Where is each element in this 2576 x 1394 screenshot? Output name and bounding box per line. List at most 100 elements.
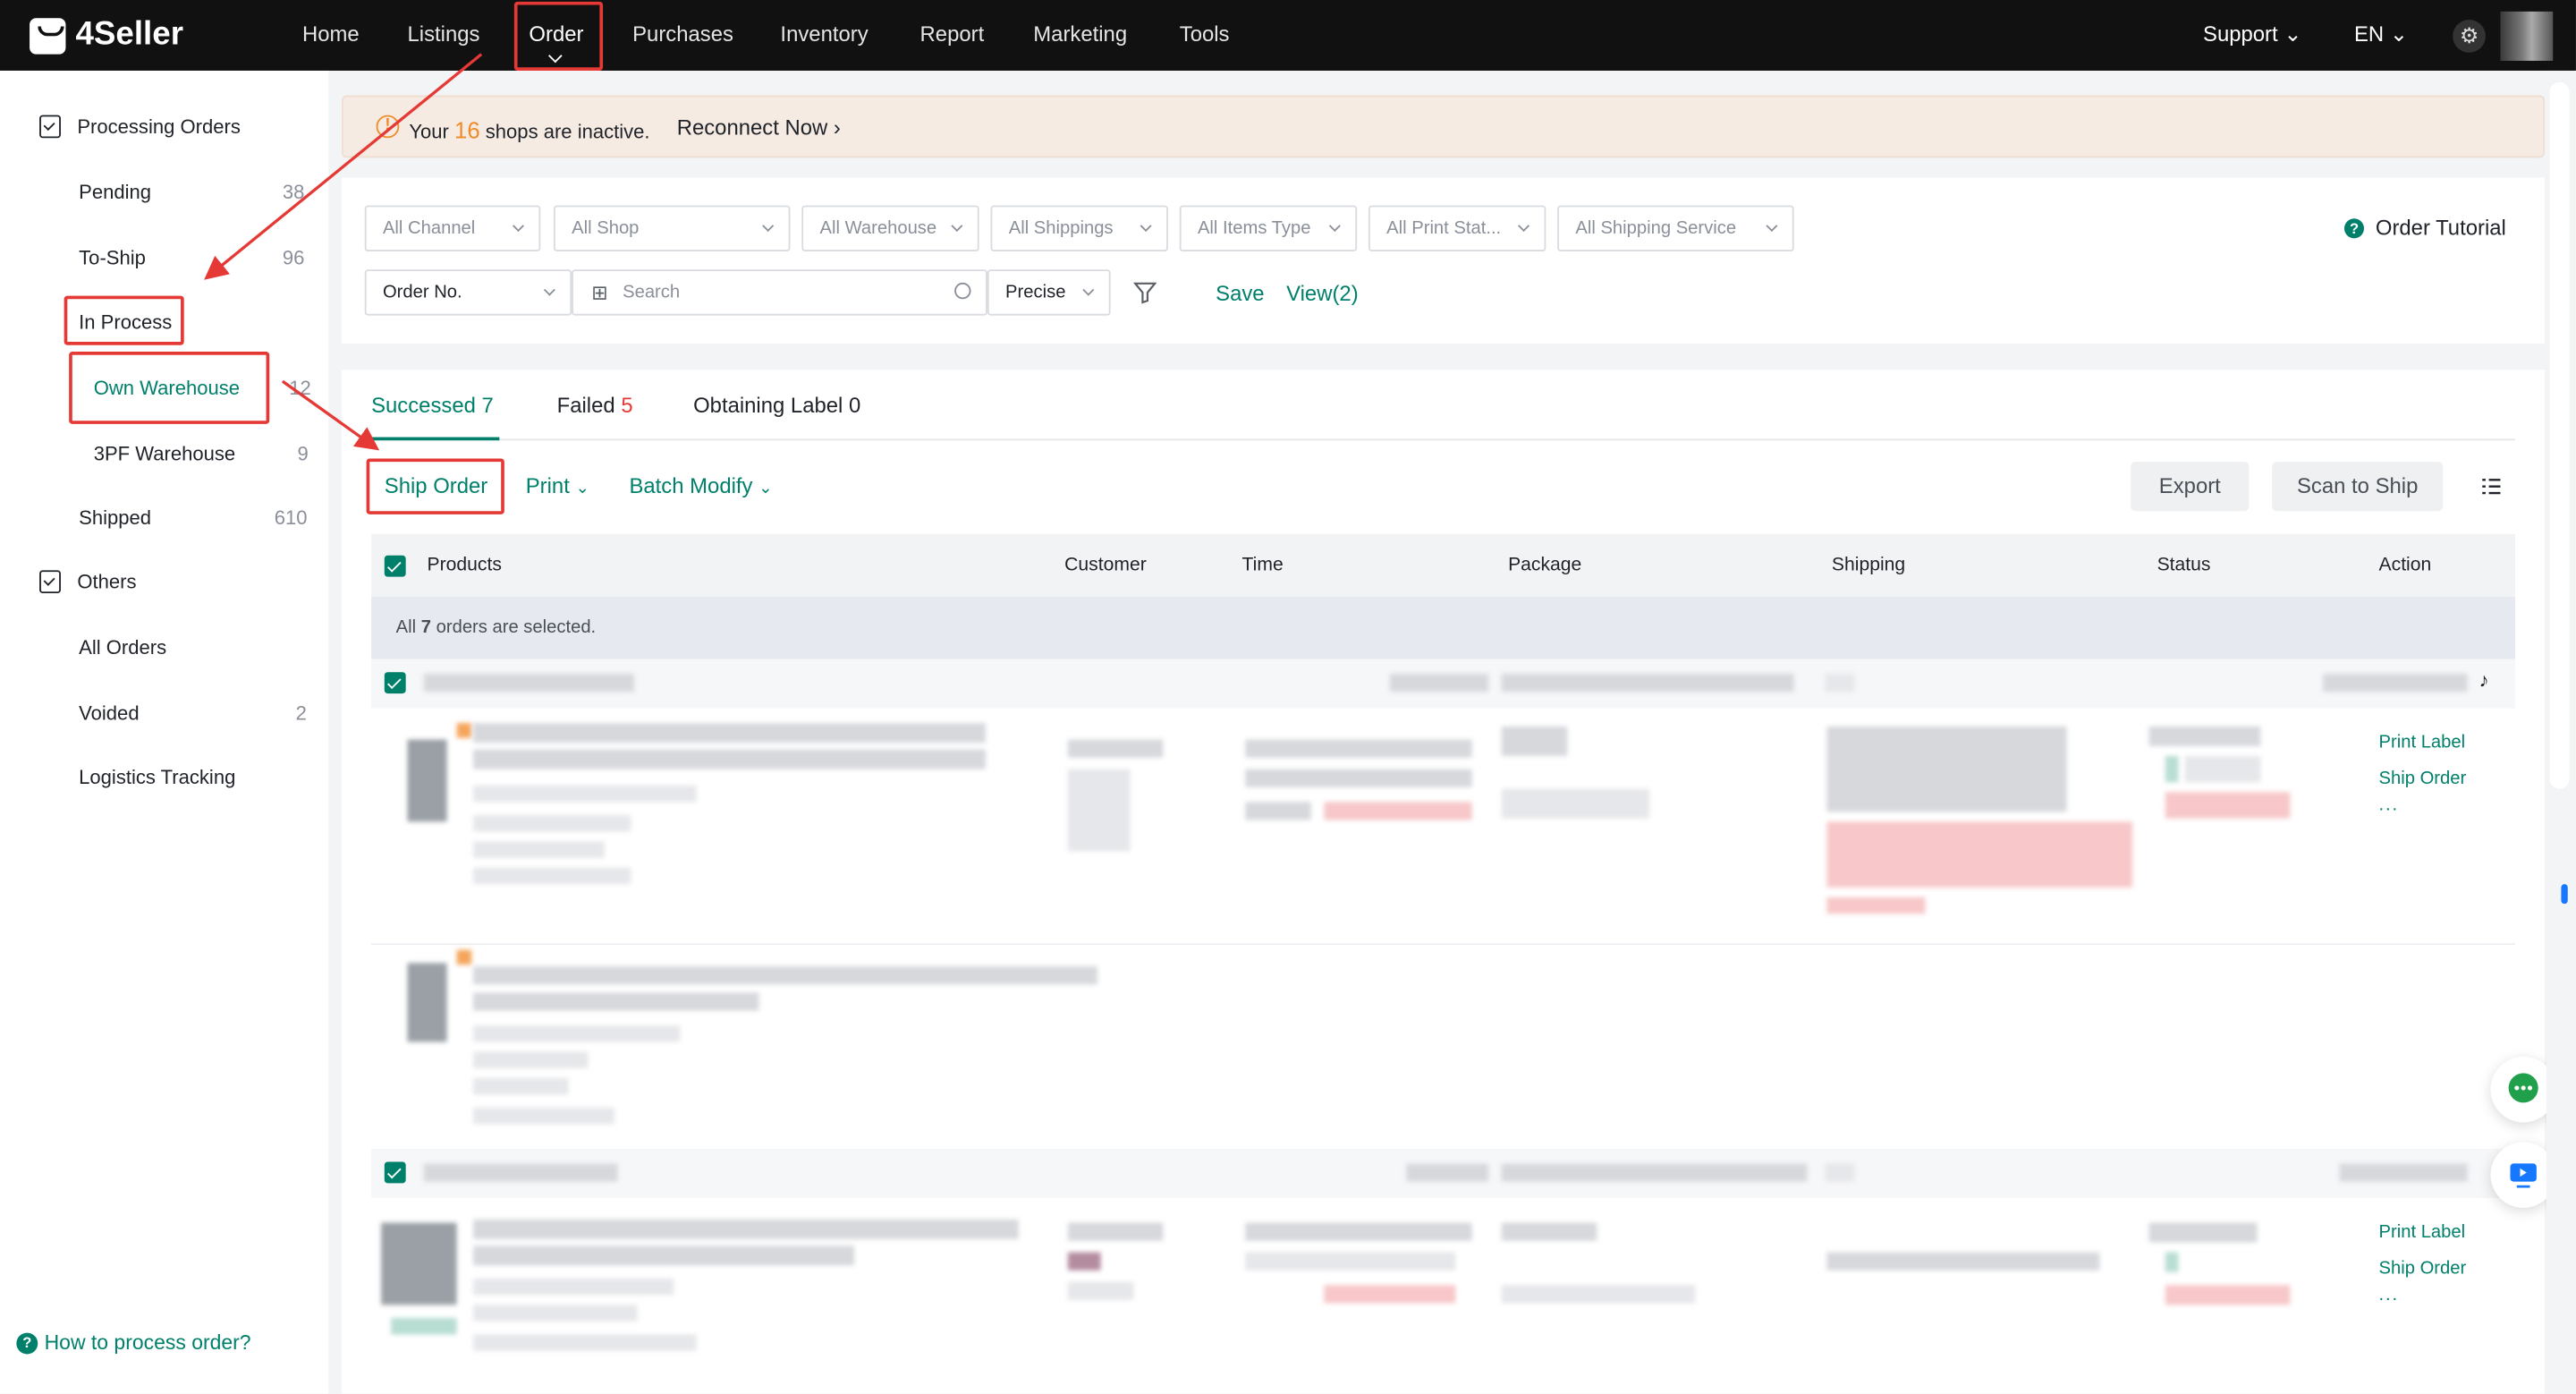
selection-summary: All 7 orders are selected. xyxy=(371,596,2515,659)
sidebar-item-shipped[interactable]: Shipped xyxy=(79,506,151,530)
chevron-down-icon: ⌄ xyxy=(575,480,589,498)
order-meta-redacted xyxy=(1825,674,1855,693)
sidebar-item-3pf-warehouse[interactable]: 3PF Warehouse xyxy=(94,442,235,465)
chevron-down-icon xyxy=(1766,220,1778,233)
sidebar-item-pending[interactable]: Pending xyxy=(79,181,151,204)
views-button[interactable]: View(2) xyxy=(1286,281,1359,306)
tab-failed-count: 5 xyxy=(621,392,633,418)
search-icon[interactable] xyxy=(954,282,971,300)
help-link[interactable]: ? How to process order? xyxy=(16,1331,251,1354)
product-tag xyxy=(456,949,472,965)
scan-grid-icon: ⊞ xyxy=(591,281,608,304)
channel-select-value: All Channel xyxy=(382,218,476,239)
product-info-redacted xyxy=(472,1077,569,1095)
more-actions-button[interactable]: ... xyxy=(2379,1285,2399,1305)
column-settings-icon[interactable] xyxy=(2480,477,2502,497)
ship-order-link[interactable]: Ship Order xyxy=(2379,1259,2467,1279)
filter-icon[interactable] xyxy=(1133,281,1157,304)
shop-select[interactable]: All Shop xyxy=(553,205,791,252)
tab-successed[interactable]: Successed 7 xyxy=(371,393,494,418)
tab-obtaining-label[interactable]: Obtaining Label 0 xyxy=(693,393,860,418)
shippings-select[interactable]: All Shippings xyxy=(990,205,1168,252)
product-title-redacted xyxy=(472,965,1097,985)
product-tag xyxy=(391,1318,457,1335)
precise-select[interactable]: Precise xyxy=(987,269,1111,316)
package-redacted xyxy=(1501,788,1650,819)
support-menu[interactable]: Support ⌄ xyxy=(2203,21,2301,47)
sidebar-section-others[interactable]: Others xyxy=(39,570,136,594)
column-products: Products xyxy=(427,555,502,575)
sidebar-count-3pf-warehouse: 9 xyxy=(297,442,309,465)
sidebar-item-logistics-tracking[interactable]: Logistics Tracking xyxy=(79,766,235,789)
chevron-down-icon xyxy=(512,220,524,233)
logo-text: 4Seller xyxy=(75,16,183,53)
batch-modify-menu[interactable]: Batch Modify ⌄ xyxy=(629,473,772,498)
product-thumbnail xyxy=(407,739,447,822)
shippings-select-value: All Shippings xyxy=(1008,218,1114,239)
nav-purchases[interactable]: Purchases xyxy=(632,21,733,47)
selection-prefix: All xyxy=(395,617,417,638)
order-checkbox[interactable] xyxy=(384,672,406,694)
nav-marketing[interactable]: Marketing xyxy=(1033,21,1127,47)
product-title-redacted xyxy=(472,749,987,769)
scrollbar-thumb[interactable] xyxy=(2549,81,2570,789)
product-tag xyxy=(456,723,472,738)
language-menu[interactable]: EN ⌄ xyxy=(2354,21,2408,47)
active-tab-indicator xyxy=(371,437,500,441)
nav-inventory[interactable]: Inventory xyxy=(780,21,868,47)
sidebar-item-voided[interactable]: Voided xyxy=(79,701,139,725)
print-menu[interactable]: Print ⌄ xyxy=(526,473,589,498)
customer-redacted xyxy=(1067,1281,1134,1300)
print-label: Print xyxy=(525,472,570,498)
sidebar-item-all-orders[interactable]: All Orders xyxy=(79,636,166,659)
sidebar-item-to-ship[interactable]: To-Ship xyxy=(79,247,146,270)
reconnect-now-link[interactable]: Reconnect Now › xyxy=(677,115,841,140)
column-action: Action xyxy=(2378,555,2432,575)
print-status-select[interactable]: All Print Stat... xyxy=(1368,205,1546,252)
warehouse-select[interactable]: All Warehouse xyxy=(801,205,979,252)
tab-failed[interactable]: Failed 5 xyxy=(557,393,633,418)
tab-successed-count: 7 xyxy=(481,392,494,418)
shipping-service-select[interactable]: All Shipping Service xyxy=(1557,205,1794,252)
customer-redacted xyxy=(1067,739,1164,758)
nav-listings[interactable]: Listings xyxy=(408,21,480,47)
tab-successed-label: Successed xyxy=(371,392,476,418)
export-button[interactable]: Export xyxy=(2131,462,2250,512)
order-checkbox[interactable] xyxy=(384,1161,406,1184)
order-tutorial-link[interactable]: ? Order Tutorial xyxy=(2343,216,2506,240)
sidebar-section-processing[interactable]: Processing Orders xyxy=(39,115,241,139)
scan-to-ship-button[interactable]: Scan to Ship xyxy=(2272,462,2444,512)
product-title-redacted xyxy=(472,992,759,1011)
status-redacted xyxy=(2148,726,2261,746)
shipping-service-select-value: All Shipping Service xyxy=(1575,218,1737,239)
shipping-redacted xyxy=(1826,1252,2100,1271)
search-field-select[interactable]: Order No. xyxy=(364,269,572,316)
highlight-in-process xyxy=(64,295,184,345)
app-logo[interactable]: 4Seller xyxy=(30,16,183,54)
banner-prefix: Your xyxy=(409,120,449,143)
nav-tools[interactable]: Tools xyxy=(1180,21,1230,47)
save-view-button[interactable]: Save xyxy=(1216,281,1264,306)
status-warning-redacted xyxy=(2165,792,2291,819)
items-type-select[interactable]: All Items Type xyxy=(1179,205,1358,252)
more-actions-button[interactable]: ... xyxy=(2379,795,2399,815)
nav-report[interactable]: Report xyxy=(920,21,985,47)
time-redacted xyxy=(1245,802,1311,820)
chevron-down-icon xyxy=(951,220,963,233)
order-meta-redacted xyxy=(1389,674,1489,693)
ship-order-link[interactable]: Ship Order xyxy=(2379,769,2467,789)
channel-select[interactable]: All Channel xyxy=(364,205,541,252)
select-all-checkbox[interactable] xyxy=(384,555,406,577)
order-meta-redacted xyxy=(1501,1163,1808,1182)
time-redacted xyxy=(1245,1252,1456,1271)
print-label-link[interactable]: Print Label xyxy=(2379,733,2466,752)
nav-home[interactable]: Home xyxy=(302,21,360,47)
search-input[interactable]: ⊞ Search xyxy=(572,269,987,316)
avatar[interactable] xyxy=(2500,11,2554,61)
product-info-redacted xyxy=(472,1107,614,1125)
gear-icon[interactable]: ⚙ xyxy=(2453,20,2486,53)
support-label: Support xyxy=(2203,21,2278,47)
print-label-link[interactable]: Print Label xyxy=(2379,1223,2466,1243)
shipping-redacted xyxy=(1826,726,2067,812)
chevron-down-icon xyxy=(1082,284,1095,296)
